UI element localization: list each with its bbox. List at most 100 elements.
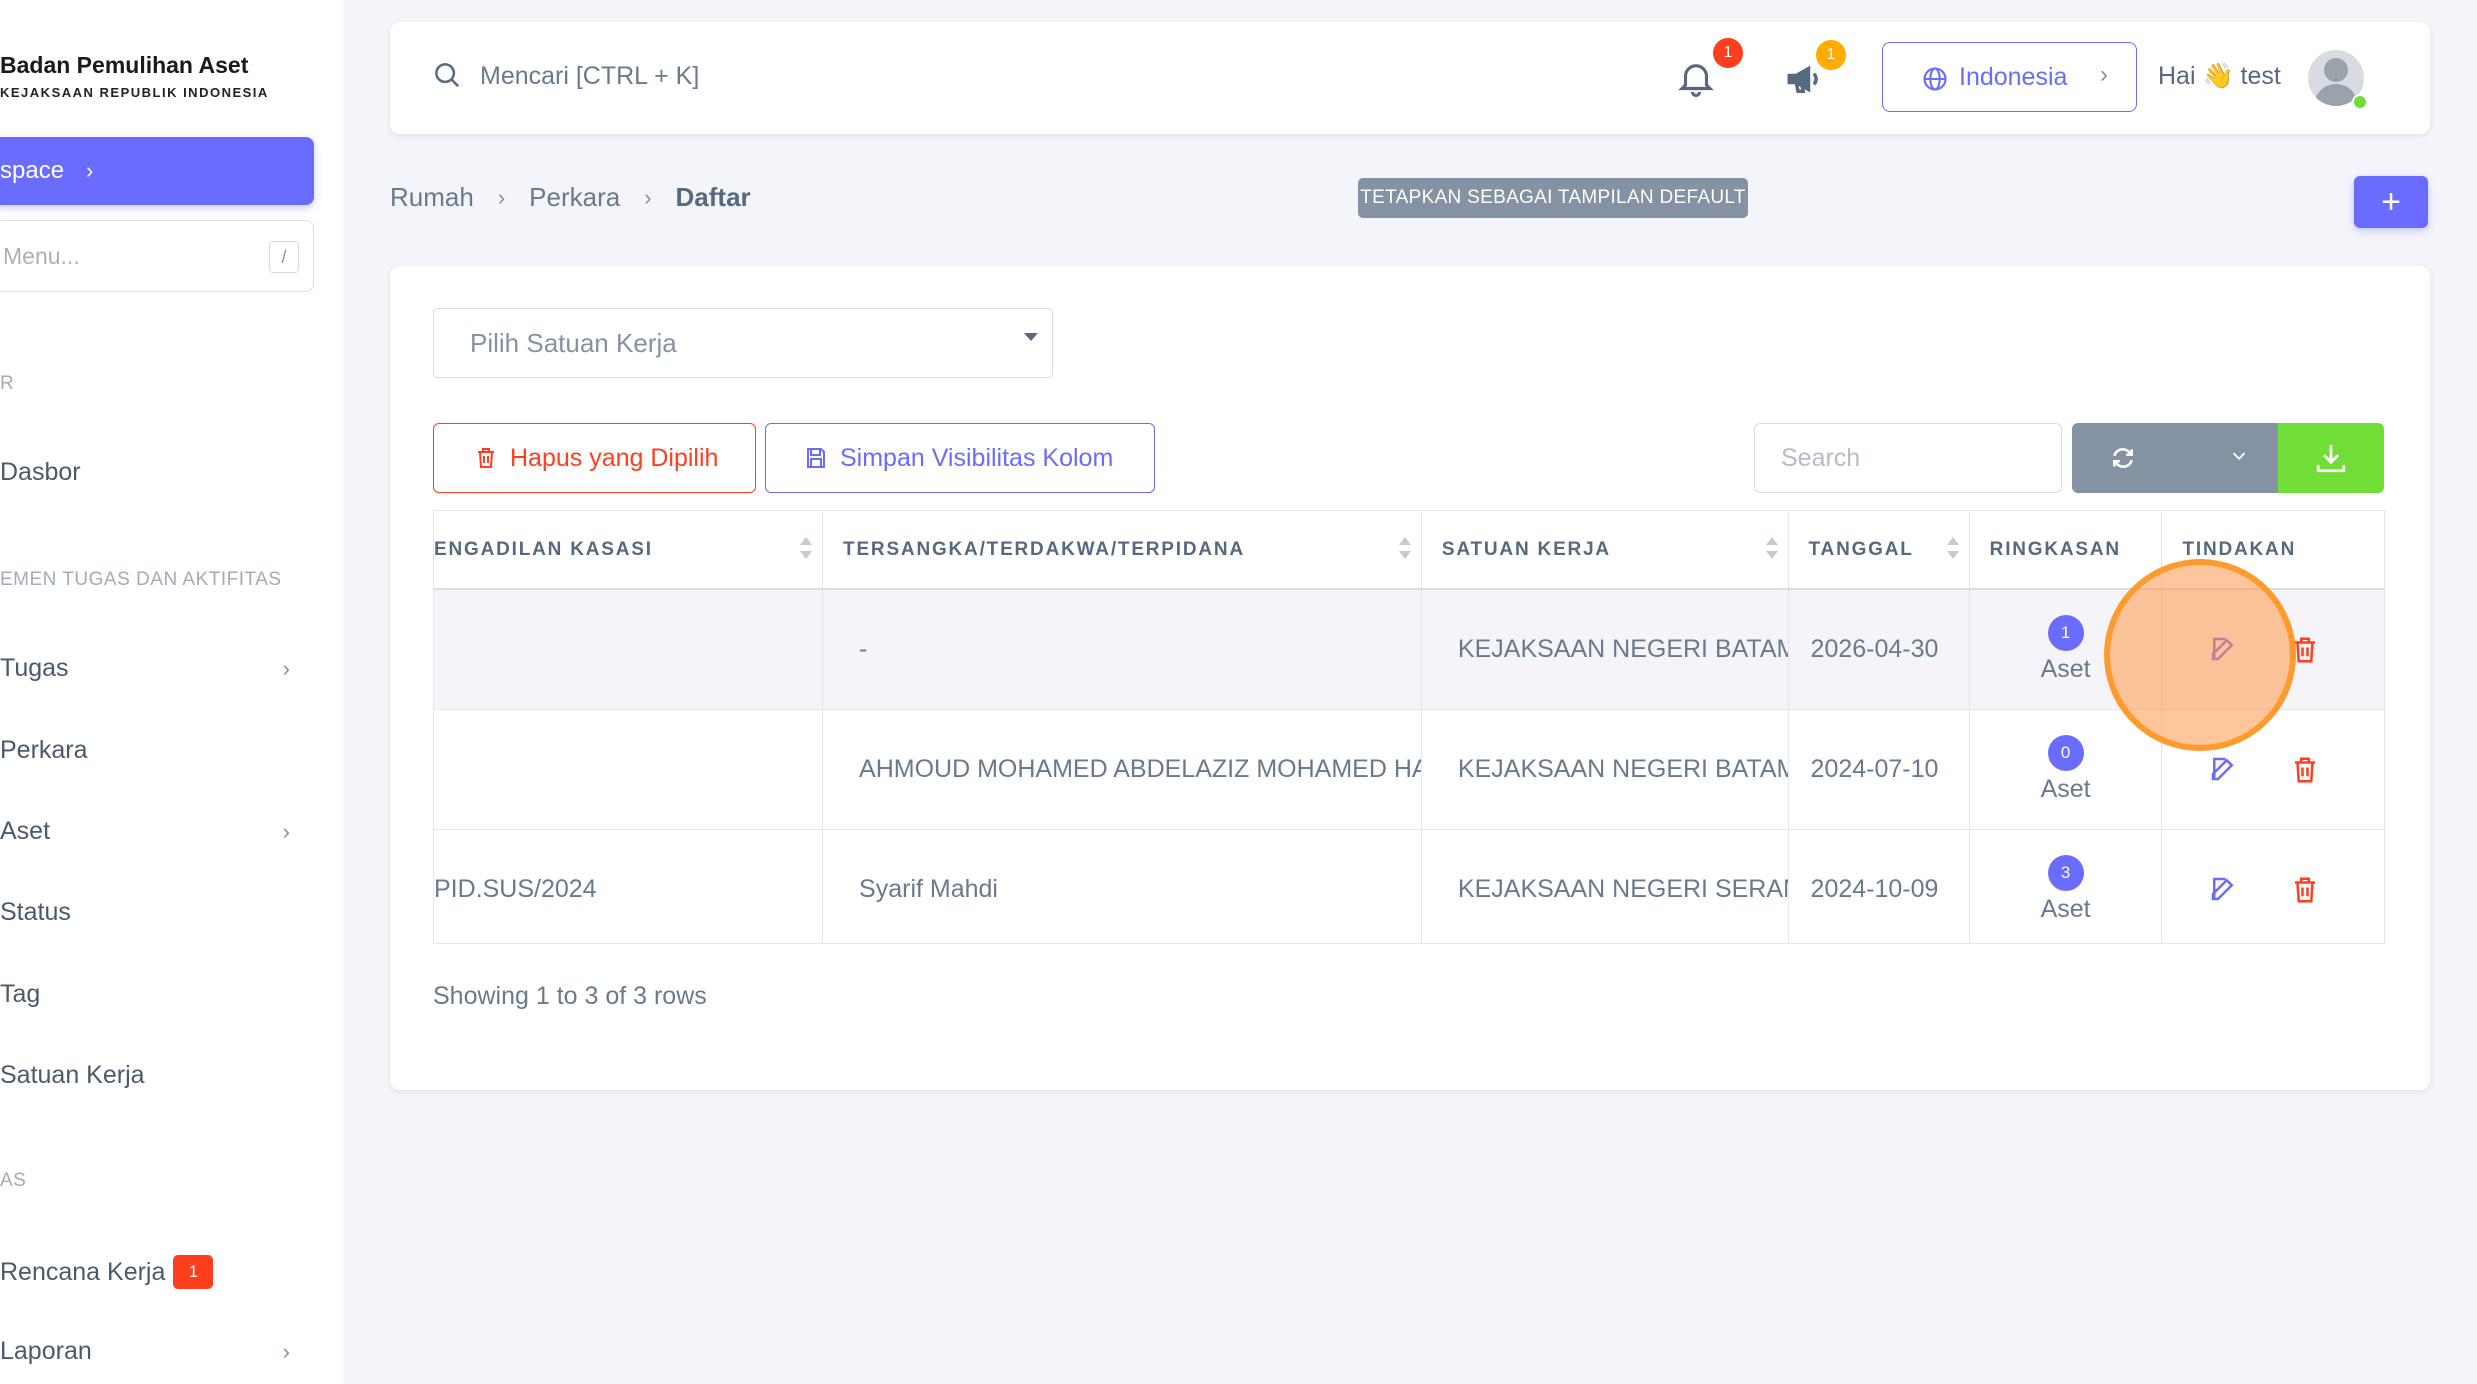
table-search-input[interactable]: Search: [1754, 423, 2062, 493]
brand-subtitle: KEJAKSAAN REPUBLIK INDONESIA: [0, 85, 269, 100]
set-default-view-button[interactable]: TETAPKAN SEBAGAI TAMPILAN DEFAULT: [1358, 178, 1748, 218]
download-icon: [2314, 441, 2348, 480]
chevron-right-icon: ›: [282, 818, 290, 844]
column-header-label: SATUAN KERJA: [1441, 538, 1611, 560]
sidebar-item-label: Perkara: [0, 736, 88, 764]
bell-icon[interactable]: [1675, 56, 1717, 105]
breadcrumb: Rumah › Perkara › Daftar: [390, 182, 751, 213]
table-row[interactable]: PID.SUS/2024 Syarif Mahdi KEJAKSAAN NEGERI…: [434, 829, 2384, 943]
table-row[interactable]: AHMOUD MOHAMED ABDELAZIZ MOHAMED HATIBA K…: [434, 709, 2384, 830]
chevron-down-icon[interactable]: [2228, 445, 2250, 472]
menu-search-input[interactable]: Menu... /: [0, 220, 314, 292]
sidebar-item-label: Satuan Kerja: [0, 1061, 145, 1089]
chevron-right-icon: ›: [282, 1338, 290, 1364]
column-header-label: TINDAKAN: [2182, 538, 2297, 560]
announcement-badge: 1: [1816, 40, 1846, 70]
work-unit-select[interactable]: Pilih Satuan Kerja: [433, 308, 1053, 378]
aset-count-badge[interactable]: 1: [2047, 614, 2084, 651]
cell-tanggal: 2024-10-09: [1788, 829, 1970, 943]
pagination-info: Showing 1 to 3 of 3 rows: [433, 982, 707, 1010]
cell-tersangka: AHMOUD MOHAMED ABDELAZIZ MOHAMED HATIBA: [822, 709, 1422, 830]
aset-label: Aset: [2040, 774, 2091, 803]
cell-ringkasan: 0 Aset: [1969, 709, 2163, 830]
chevron-right-icon: ›: [282, 655, 290, 681]
column-header[interactable]: ENGADILAN KASASI: [434, 511, 824, 590]
user-greeting: Hai 👋 test: [2158, 62, 2281, 90]
table-row[interactable]: - KEJAKSAAN NEGERI BATAM 2026-04-30 1 Aset: [434, 589, 2384, 710]
edit-icon[interactable]: [2208, 754, 2238, 791]
breadcrumb-current: Daftar: [675, 182, 751, 212]
globe-icon: [1921, 65, 1949, 100]
breadcrumb-home[interactable]: Rumah: [390, 182, 474, 213]
sidebar-item-label: Laporan: [0, 1337, 92, 1365]
cell-tersangka: Syarif Mahdi: [822, 829, 1422, 943]
sidebar-item-satuan-kerja[interactable]: Satuan Kerja: [0, 1061, 300, 1090]
brand-title: Badan Pemulihan Aset: [0, 52, 249, 78]
online-status-dot: [2352, 94, 2368, 110]
sidebar-item-tag[interactable]: Tag: [0, 980, 300, 1009]
sidebar-item-aset[interactable]: Aset ›: [0, 817, 300, 846]
cell-ringkasan: 3 Aset: [1969, 829, 2163, 943]
breadcrumb-perkara[interactable]: Perkara: [529, 182, 620, 213]
column-header: RINGKASAN: [1969, 511, 2163, 590]
cell-tanggal: 2026-04-30: [1788, 589, 1970, 710]
trash-icon[interactable]: [2290, 874, 2320, 913]
sidebar-item-label: Tag: [0, 980, 41, 1008]
sidebar-item-perkara[interactable]: Perkara: [0, 736, 300, 765]
top-navbar: Mencari [CTRL + K] 1 1 Indonesia › Hai 👋…: [390, 22, 2430, 134]
save-visibility-label: Simpan Visibilitas Kolom: [840, 443, 1114, 472]
cell-satuan-kerja: KEJAKSAAN NEGERI BATAM: [1421, 589, 1789, 710]
column-header-label: ENGADILAN KASASI: [434, 538, 653, 560]
sidebar-item-rencana-kerja[interactable]: Rencana Kerja 1: [0, 1255, 300, 1289]
language-button[interactable]: Indonesia ›: [1882, 42, 2137, 112]
save-icon: [807, 448, 825, 468]
cell-kasasi: [434, 589, 824, 710]
menu-search-placeholder: Menu...: [3, 242, 80, 269]
trash-icon: [478, 448, 494, 468]
column-header[interactable]: TERSANGKA/TERDAKWA/TERPIDANA: [822, 511, 1422, 590]
search-icon[interactable]: [432, 60, 462, 95]
cell-kasasi: [434, 709, 824, 830]
caret-down-icon: [1024, 333, 1038, 341]
refresh-button[interactable]: [2072, 423, 2278, 493]
edit-icon[interactable]: [2208, 874, 2238, 911]
sidebar-item-tugas[interactable]: Tugas ›: [0, 654, 300, 683]
sidebar-item-label: Dasbor: [0, 458, 81, 486]
column-header[interactable]: TANGGAL: [1788, 511, 1970, 590]
export-button[interactable]: [2278, 423, 2384, 493]
chevron-right-icon: ›: [644, 184, 652, 210]
notification-badge: 1: [1713, 38, 1743, 68]
global-search-input[interactable]: Mencari [CTRL + K]: [480, 62, 699, 91]
sidebar-item-status[interactable]: Status: [0, 898, 300, 927]
sidebar-item-laporan[interactable]: Laporan ›: [0, 1337, 300, 1366]
refresh-icon: [2110, 445, 2136, 476]
sidebar-item-label: Tugas: [0, 654, 69, 682]
cell-tersangka: -: [822, 589, 1422, 710]
language-label: Indonesia: [1959, 62, 2068, 91]
cell-satuan-kerja: KEJAKSAAN NEGERI BATAM: [1421, 709, 1789, 830]
section-header: EMEN TUGAS DAN AKTIFITAS: [0, 569, 282, 590]
aset-count-badge[interactable]: 0: [2047, 734, 2084, 771]
sidebar-item-label: Status: [0, 898, 71, 926]
aset-count-badge[interactable]: 3: [2047, 854, 2084, 891]
aset-label: Aset: [2040, 894, 2091, 923]
work-unit-placeholder: Pilih Satuan Kerja: [470, 327, 677, 358]
delete-selected-button[interactable]: Hapus yang Dipilih: [433, 423, 756, 493]
delete-selected-label: Hapus yang Dipilih: [510, 443, 719, 472]
case-table: ENGADILAN KASASI TERSANGKA/TERDAKWA/TERPI…: [433, 510, 2385, 944]
chevron-right-icon: ›: [2100, 61, 2108, 88]
save-column-visibility-button[interactable]: Simpan Visibilitas Kolom: [765, 423, 1155, 493]
click-highlight: [2104, 559, 2296, 751]
workspace-label: space: [0, 157, 65, 184]
sidebar-item-dasbor[interactable]: Dasbor: [0, 458, 300, 487]
column-header[interactable]: SATUAN KERJA: [1421, 511, 1789, 590]
brand: Badan Pemulihan Aset KEJAKSAAN REPUBLIK …: [0, 52, 269, 100]
cell-tanggal: 2024-07-10: [1788, 709, 1970, 830]
sidebar-item-label: Aset: [0, 817, 51, 845]
workspace-button[interactable]: space ›: [0, 137, 314, 205]
cell-actions: [2161, 829, 2384, 943]
trash-icon[interactable]: [2290, 754, 2320, 793]
section-header: AS: [0, 1170, 27, 1191]
add-button[interactable]: +: [2354, 176, 2428, 228]
table-search-placeholder: Search: [1781, 443, 1861, 472]
